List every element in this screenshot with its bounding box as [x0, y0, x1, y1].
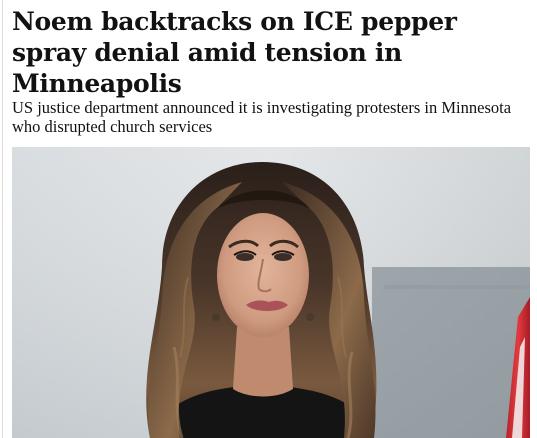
headline[interactable]: Noem backtracks on ICE pepper spray deni…	[12, 6, 530, 99]
article-photo[interactable]	[12, 147, 530, 438]
article-card: Noem backtracks on ICE pepper spray deni…	[0, 0, 537, 438]
standfirst: US justice department announced it is in…	[12, 98, 512, 136]
portrait-photo	[12, 147, 530, 438]
divider	[2, 0, 3, 438]
